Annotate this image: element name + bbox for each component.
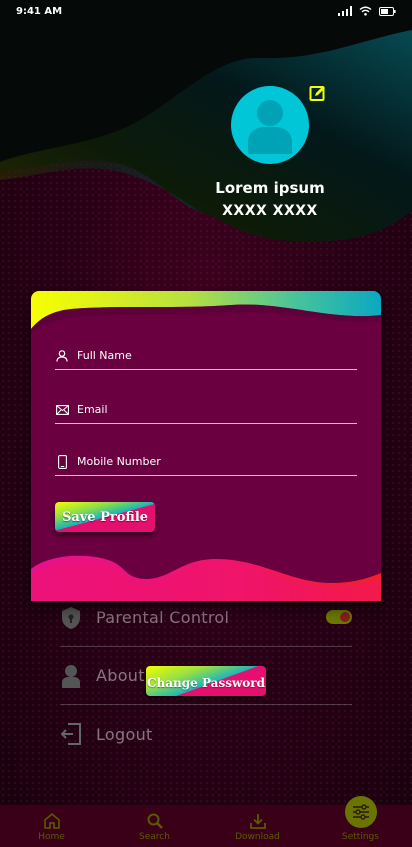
signal-icon: [338, 6, 352, 16]
menu-label-about: About: [96, 666, 145, 685]
mobile-number-field[interactable]: [55, 448, 357, 476]
full-name-input[interactable]: [77, 349, 357, 362]
toggle-knob: [340, 612, 350, 622]
edit-icon[interactable]: [309, 84, 327, 102]
nav-item-home[interactable]: Home: [0, 805, 103, 847]
profile-id: XXXX XXXX: [222, 203, 318, 219]
logout-icon: [60, 722, 82, 746]
mobile-phone-icon: [55, 454, 69, 469]
user-icon: [60, 664, 82, 688]
nav-label-search: Search: [139, 832, 170, 842]
full-name-field[interactable]: [55, 342, 357, 370]
email-input[interactable]: [77, 403, 357, 416]
battery-icon: [379, 6, 396, 16]
settings-active-indicator: [344, 796, 377, 828]
shield-icon: [60, 606, 82, 630]
nav-item-download[interactable]: Download: [206, 805, 309, 847]
card-decoration: [31, 291, 381, 601]
person-icon: [55, 349, 69, 363]
status-bar: 9:41 AM: [0, 0, 412, 22]
nav-item-search[interactable]: Search: [103, 805, 206, 847]
menu-label-logout: Logout: [96, 724, 153, 744]
nav-label-download: Download: [235, 832, 280, 842]
avatar[interactable]: [231, 86, 309, 164]
wifi-icon: [359, 6, 372, 16]
menu-label-parental-control: Parental Control: [96, 608, 230, 627]
save-profile-button[interactable]: Save Profile: [55, 502, 155, 532]
edit-profile-card: Save Profile: [31, 291, 381, 601]
profile-name: Lorem ipsum: [215, 179, 325, 197]
email-field[interactable]: [55, 396, 357, 424]
user-avatar-icon: [248, 100, 292, 154]
menu-item-logout[interactable]: Logout: [60, 705, 352, 763]
nav-label-settings: Settings: [342, 832, 379, 842]
nav-label-home: Home: [38, 832, 65, 842]
mobile-number-input[interactable]: [77, 455, 357, 468]
search-icon: [147, 813, 163, 829]
parental-control-toggle[interactable]: [326, 610, 352, 624]
mail-icon: [55, 403, 69, 417]
change-password-button[interactable]: Change Password: [146, 666, 266, 696]
settings-sliders-icon: [352, 804, 369, 820]
nav-item-settings[interactable]: Settings: [309, 796, 412, 847]
status-time: 9:41 AM: [16, 5, 63, 17]
home-icon: [43, 812, 60, 829]
download-icon: [249, 814, 266, 829]
bottom-navigation: Home Search Download Settings: [0, 796, 412, 847]
